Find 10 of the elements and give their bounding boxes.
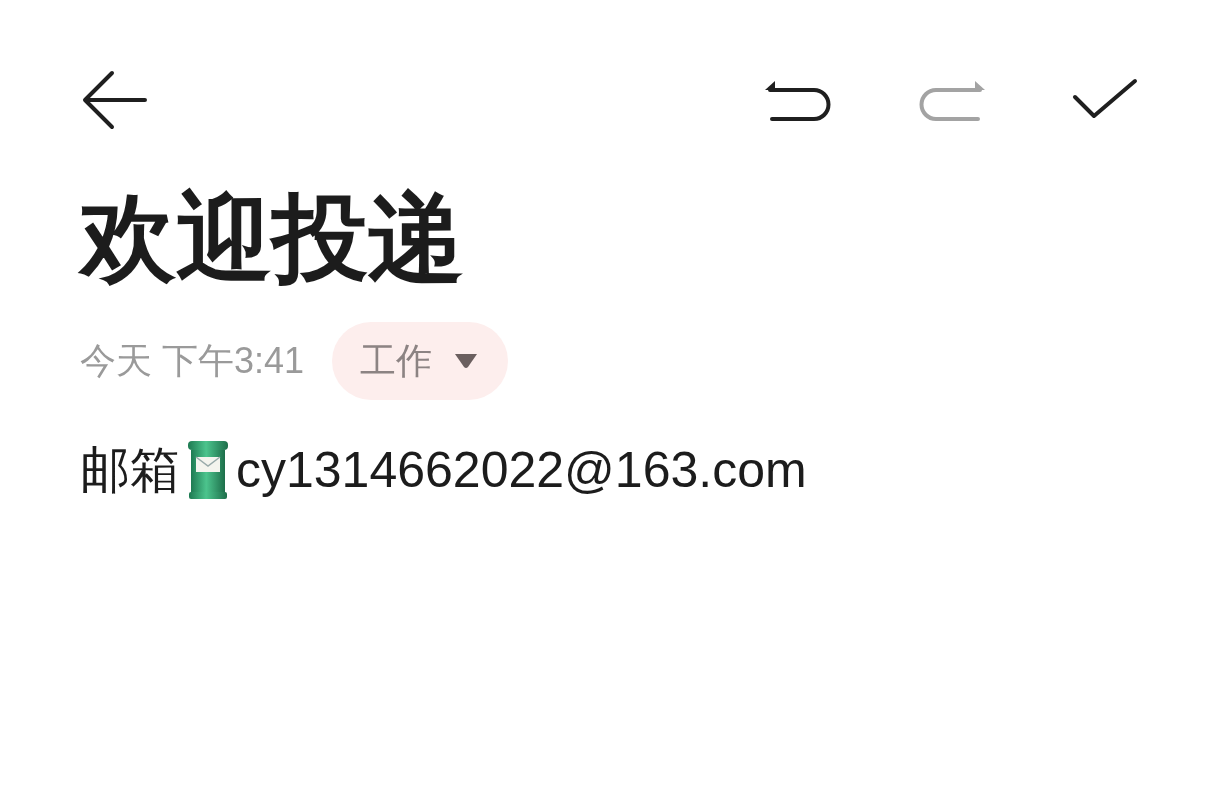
undo-icon xyxy=(764,79,832,121)
postbox-icon xyxy=(186,441,230,500)
caret-icon xyxy=(454,353,479,370)
redo-icon xyxy=(918,79,986,121)
note-time: 今天 下午3:41 xyxy=(80,339,305,384)
category-dropdown[interactable]: 工作 xyxy=(332,322,509,401)
body-text: 邮箱 xyxy=(80,441,180,501)
email-text: cy1314662022@163.com xyxy=(236,441,807,501)
back-icon xyxy=(82,70,148,130)
note-title: 欢迎投递 xyxy=(80,183,464,293)
